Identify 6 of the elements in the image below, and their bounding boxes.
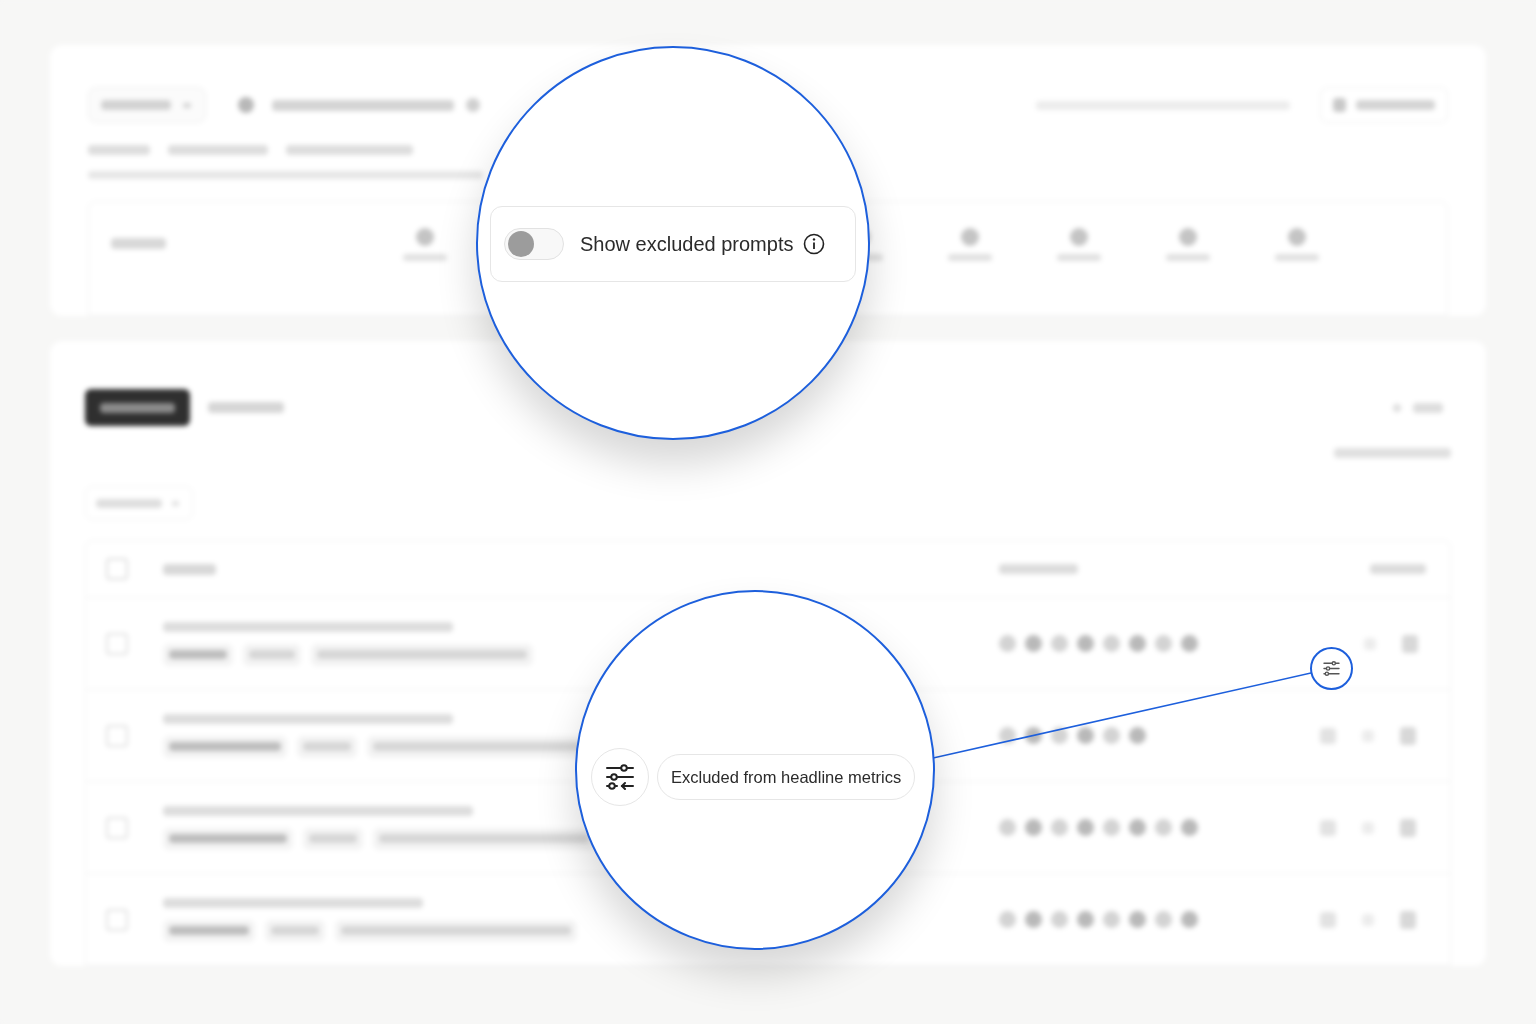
toggle-switch[interactable] bbox=[504, 228, 564, 260]
toggle-label: Show excluded prompts bbox=[580, 232, 794, 257]
sliders-icon bbox=[606, 764, 634, 790]
sliders-icon[interactable] bbox=[1323, 661, 1340, 676]
info-icon[interactable] bbox=[803, 233, 826, 255]
exclusion-tag: Excluded from headline metrics bbox=[657, 754, 916, 800]
